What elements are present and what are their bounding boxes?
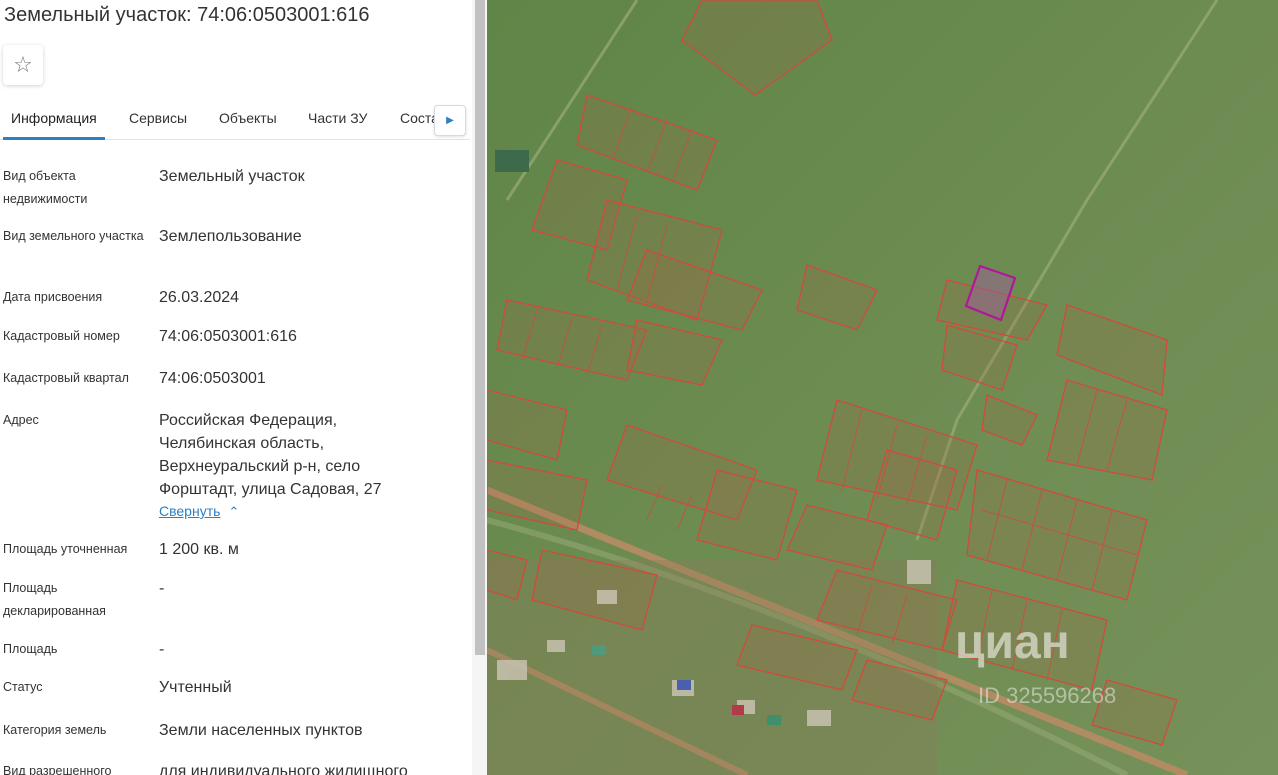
satellite-map[interactable]: [487, 0, 1278, 775]
field-value: -: [159, 641, 165, 658]
tabs-scroll-right-button[interactable]: ▶: [434, 105, 466, 136]
field-label: Площадь декларированная: [3, 581, 106, 618]
field-value: Земли населенных пунктов: [159, 722, 363, 739]
favorite-button[interactable]: ☆: [3, 45, 43, 85]
scrollbar-thumb[interactable]: [475, 0, 485, 655]
field-value: 74:06:0503001:616: [159, 328, 297, 345]
star-icon: ☆: [13, 52, 33, 77]
tab-bar: Информация Сервисы Объекты Части ЗУ Сост…: [0, 103, 470, 140]
field-value: 26.03.2024: [159, 289, 240, 306]
panel-scrollbar[interactable]: [472, 0, 487, 775]
address-toggle[interactable]: Свернуть ⌃: [159, 500, 459, 523]
map-view[interactable]: [487, 0, 1278, 775]
collapse-link[interactable]: Свернуть: [159, 503, 220, 519]
field-label: Площадь уточненная: [3, 542, 128, 556]
tab-objects[interactable]: Объекты: [219, 110, 277, 126]
info-panel: Земельный участок: 74:06:0503001:616 ☆ И…: [0, 0, 487, 775]
field-label: Вид разрешенного: [3, 764, 112, 775]
field-value: Учтенный: [159, 679, 232, 696]
field-value: для индивидуального жилищного: [159, 763, 408, 775]
chevron-up-icon: ⌃: [228, 504, 240, 519]
tab-parts[interactable]: Части ЗУ: [308, 110, 367, 126]
field-label: Вид земельного участка: [3, 229, 144, 243]
listing-id-watermark: ID 325596268: [978, 683, 1117, 708]
cian-watermark: циан: [955, 616, 1070, 669]
page-title: Земельный участок: 74:06:0503001:616: [4, 4, 370, 26]
field-label: Статус: [3, 680, 43, 694]
tab-services[interactable]: Сервисы: [129, 110, 187, 126]
field-label: Адрес: [3, 413, 39, 427]
tab-information[interactable]: Информация: [11, 110, 97, 126]
field-label: Кадастровый номер: [3, 329, 120, 343]
field-value: 1 200 кв. м: [159, 541, 239, 558]
address-value: Российская Федерация, Челябинская област…: [159, 412, 382, 498]
field-label: Кадастровый квартал: [3, 371, 129, 385]
field-label: Категория земель: [3, 723, 107, 737]
field-value: -: [159, 580, 165, 597]
active-tab-indicator: [3, 137, 105, 140]
field-value: Землепользование: [159, 228, 302, 245]
field-label: Вид объекта недвижимости: [3, 169, 88, 206]
field-value: 74:06:0503001: [159, 370, 266, 387]
field-value: Земельный участок: [159, 168, 305, 185]
field-label: Площадь: [3, 642, 58, 656]
field-label: Дата присвоения: [3, 290, 103, 304]
caret-right-icon: ▶: [446, 115, 454, 126]
